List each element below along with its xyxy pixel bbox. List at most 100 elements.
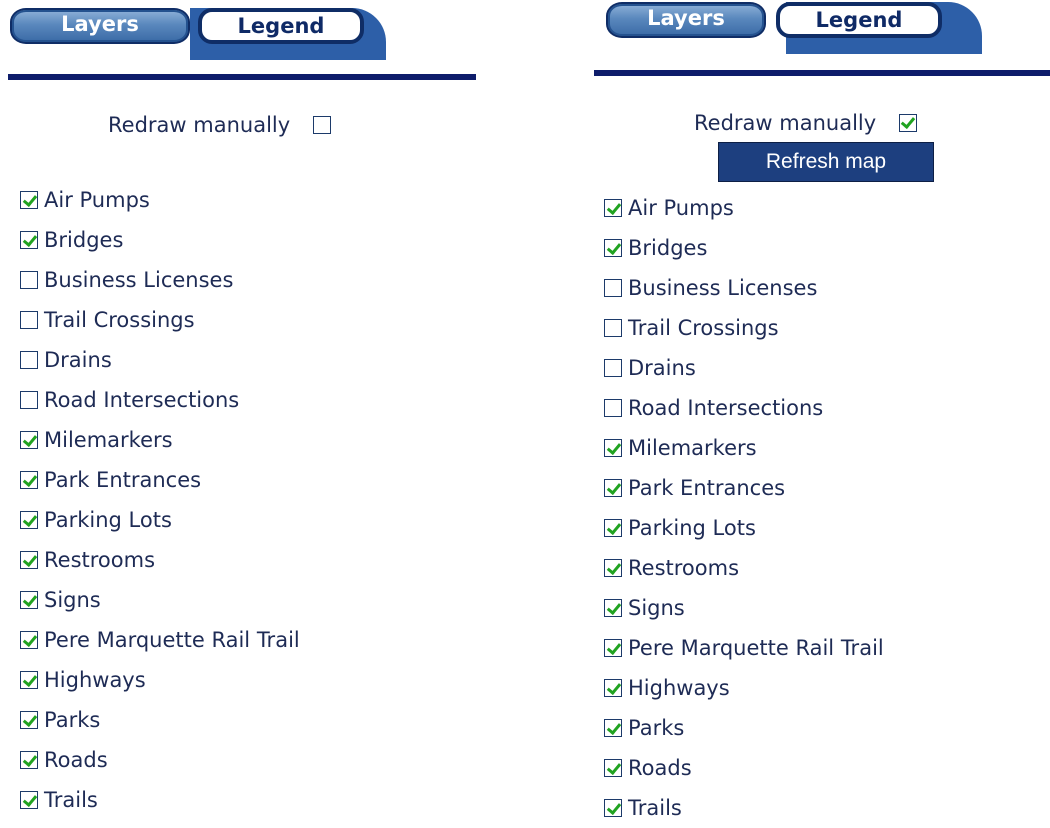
layer-checkbox[interactable] xyxy=(604,359,622,377)
layer-item[interactable]: Milemarkers xyxy=(604,428,884,468)
layer-item[interactable]: Roads xyxy=(604,748,884,788)
layer-label: Milemarkers xyxy=(628,436,757,460)
layer-label: Road Intersections xyxy=(44,388,240,412)
layer-item[interactable]: Trail Crossings xyxy=(20,300,300,340)
layer-item[interactable]: Drains xyxy=(604,348,884,388)
header-rule xyxy=(594,70,1050,76)
layer-label: Bridges xyxy=(628,236,708,260)
layer-item[interactable]: Parking Lots xyxy=(604,508,884,548)
layer-label: Restrooms xyxy=(628,556,740,580)
layer-item[interactable]: Park Entrances xyxy=(604,468,884,508)
layer-list: Air Pumps Bridges Business Licenses Trail C… xyxy=(604,188,884,828)
layers-panel-left: Layers Legend Redraw manually Air Pumps B… xyxy=(0,0,480,822)
layer-checkbox[interactable] xyxy=(604,719,622,737)
layer-checkbox[interactable] xyxy=(20,311,38,329)
layer-item[interactable]: Bridges xyxy=(604,228,884,268)
layer-checkbox[interactable] xyxy=(20,711,38,729)
layer-item[interactable]: Restrooms xyxy=(20,540,300,580)
layer-item[interactable]: Road Intersections xyxy=(604,388,884,428)
layer-checkbox[interactable] xyxy=(20,631,38,649)
layer-checkbox[interactable] xyxy=(604,399,622,417)
layer-checkbox[interactable] xyxy=(604,639,622,657)
layer-item[interactable]: Pere Marquette Rail Trail xyxy=(20,620,300,660)
layer-item[interactable]: Signs xyxy=(20,580,300,620)
layer-checkbox[interactable] xyxy=(20,351,38,369)
layer-item[interactable]: Business Licenses xyxy=(20,260,300,300)
layer-label: Air Pumps xyxy=(44,188,150,212)
layer-label: Pere Marquette Rail Trail xyxy=(628,636,884,660)
layer-item[interactable]: Air Pumps xyxy=(20,180,300,220)
layer-item[interactable]: Parking Lots xyxy=(20,500,300,540)
layer-checkbox[interactable] xyxy=(20,591,38,609)
redraw-row: Redraw manually xyxy=(694,110,917,135)
layer-label: Parking Lots xyxy=(628,516,756,540)
layer-checkbox[interactable] xyxy=(604,679,622,697)
tab-bar: Layers Legend xyxy=(606,2,982,54)
layer-checkbox[interactable] xyxy=(20,751,38,769)
layer-item[interactable]: Highways xyxy=(20,660,300,700)
layer-label: Road Intersections xyxy=(628,396,824,420)
layer-label: Signs xyxy=(44,588,101,612)
layer-checkbox[interactable] xyxy=(604,759,622,777)
layer-label: Drains xyxy=(44,348,112,372)
layer-item[interactable]: Trail Crossings xyxy=(604,308,884,348)
layer-checkbox[interactable] xyxy=(20,511,38,529)
layer-item[interactable]: Air Pumps xyxy=(604,188,884,228)
layer-item[interactable]: Parks xyxy=(604,708,884,748)
layer-label: Restrooms xyxy=(44,548,156,572)
layer-checkbox[interactable] xyxy=(604,319,622,337)
layer-checkbox[interactable] xyxy=(604,439,622,457)
layer-checkbox[interactable] xyxy=(604,279,622,297)
layer-label: Roads xyxy=(44,748,108,772)
layer-item[interactable]: Highways xyxy=(604,668,884,708)
layer-item[interactable]: Road Intersections xyxy=(20,380,300,420)
layer-item[interactable]: Pere Marquette Rail Trail xyxy=(604,628,884,668)
layer-item[interactable]: Roads xyxy=(20,740,300,780)
layer-checkbox[interactable] xyxy=(20,551,38,569)
layer-label: Trails xyxy=(628,796,682,820)
layer-checkbox[interactable] xyxy=(604,479,622,497)
layer-checkbox[interactable] xyxy=(20,671,38,689)
layer-checkbox[interactable] xyxy=(20,271,38,289)
layer-label: Pere Marquette Rail Trail xyxy=(44,628,300,652)
layer-label: Trail Crossings xyxy=(44,308,195,332)
layer-checkbox[interactable] xyxy=(604,559,622,577)
tab-layers[interactable]: Layers xyxy=(606,2,766,38)
tab-legend[interactable]: Legend xyxy=(198,8,364,44)
layer-checkbox[interactable] xyxy=(20,231,38,249)
layer-item[interactable]: Drains xyxy=(20,340,300,380)
redraw-manually-checkbox[interactable] xyxy=(898,114,917,132)
tab-legend[interactable]: Legend xyxy=(776,2,942,38)
layer-item[interactable]: Trails xyxy=(20,780,300,820)
layer-checkbox[interactable] xyxy=(20,191,38,209)
layer-checkbox[interactable] xyxy=(20,391,38,409)
layer-label: Drains xyxy=(628,356,696,380)
layer-label: Parks xyxy=(628,716,685,740)
layer-checkbox[interactable] xyxy=(604,199,622,217)
layer-item[interactable]: Parks xyxy=(20,700,300,740)
layers-panel-right: Layers Legend Redraw manually Refresh ma… xyxy=(590,0,1050,822)
layer-item[interactable]: Restrooms xyxy=(604,548,884,588)
layer-checkbox[interactable] xyxy=(604,799,622,817)
layer-item[interactable]: Signs xyxy=(604,588,884,628)
layer-checkbox[interactable] xyxy=(604,239,622,257)
layer-checkbox[interactable] xyxy=(20,431,38,449)
layer-item[interactable]: Bridges xyxy=(20,220,300,260)
layer-label: Roads xyxy=(628,756,692,780)
redraw-manually-label: Redraw manually xyxy=(694,111,877,135)
layer-label: Parking Lots xyxy=(44,508,172,532)
layer-item[interactable]: Trails xyxy=(604,788,884,828)
redraw-manually-checkbox[interactable] xyxy=(312,116,331,134)
layer-item[interactable]: Milemarkers xyxy=(20,420,300,460)
layer-checkbox[interactable] xyxy=(20,471,38,489)
redraw-row: Redraw manually xyxy=(108,112,331,137)
tab-layers[interactable]: Layers xyxy=(10,8,190,44)
layer-label: Parks xyxy=(44,708,101,732)
layer-item[interactable]: Business Licenses xyxy=(604,268,884,308)
layer-checkbox[interactable] xyxy=(20,791,38,809)
layer-item[interactable]: Park Entrances xyxy=(20,460,300,500)
refresh-map-button[interactable]: Refresh map xyxy=(718,142,934,182)
layer-label: Business Licenses xyxy=(628,276,818,300)
layer-checkbox[interactable] xyxy=(604,519,622,537)
layer-checkbox[interactable] xyxy=(604,599,622,617)
